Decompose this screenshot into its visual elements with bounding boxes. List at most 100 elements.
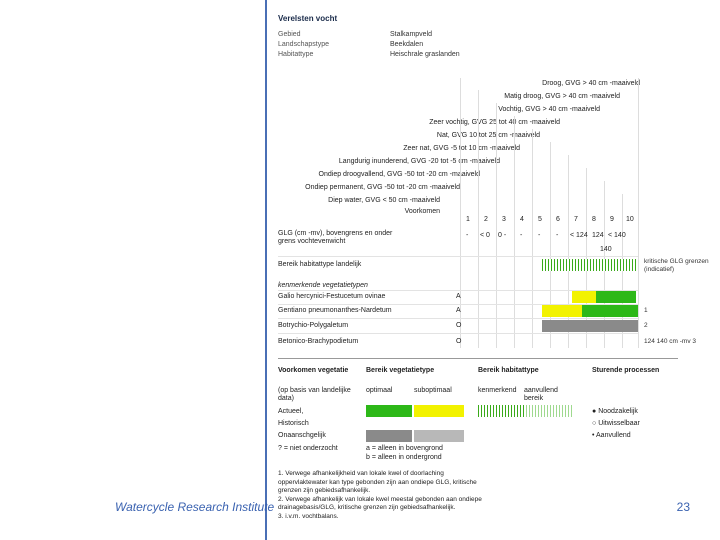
veg-row-code: A xyxy=(456,307,461,314)
legend-characteristic: kenmerkend xyxy=(478,387,517,394)
legend-heading-processes: Sturende processen xyxy=(592,367,660,374)
class-label: Voorkomen xyxy=(404,208,440,215)
document-figure: Verelsten vocht Gebied Stalkampveld Lands… xyxy=(270,0,715,540)
grid-line xyxy=(638,78,639,348)
section-divider xyxy=(278,358,678,359)
grid-line xyxy=(532,129,533,348)
legend-suboptimal: suboptimaal xyxy=(414,387,452,394)
legend-swatch-historical xyxy=(366,430,412,442)
legend-heading-veg-range: Bereik vegetatietype xyxy=(366,367,435,374)
doc-title: Verelsten vocht xyxy=(278,14,338,23)
veg-row-label: Gentiano pneumonanthes-Nardetum xyxy=(278,307,392,314)
veg-section-label: kenmerkende vegetatietypen xyxy=(278,282,368,289)
glg-value: - xyxy=(466,232,469,239)
glg-value: 124 xyxy=(592,232,604,239)
col-number: 4 xyxy=(520,216,524,223)
footnote-line: 1. Verwege afhankelijkheid van lokale kw… xyxy=(278,470,444,477)
veg-row-label: Botrychio-Polygaletum xyxy=(278,322,349,329)
glg-label: GLG (cm -mv), bovengrens en onder grens … xyxy=(278,230,393,245)
glg-value: < 124 xyxy=(570,232,588,239)
legend-swatch-historical-sub xyxy=(414,430,464,442)
glg-value: 0 - xyxy=(498,232,507,239)
veg-row-label: Galio hercynici-Festucetum ovinae xyxy=(278,293,386,300)
col-number: 3 xyxy=(502,216,506,223)
legend-topsoil: a = alleen in bovengrond xyxy=(366,445,443,452)
class-label: Zeer vochtig, GVG 25 tot 40 cm -maaiveld xyxy=(429,119,560,126)
class-label: Ondiep droogvallend, GVG -50 tot -20 cm … xyxy=(318,171,480,178)
meta-value: Heischrale graslanden xyxy=(390,51,460,58)
col-number: 6 xyxy=(556,216,560,223)
glg-value: < 0 xyxy=(480,232,490,239)
legend-actual: Actueel, xyxy=(278,408,304,415)
legend-occurrence-note: (op basis van landelijke data) xyxy=(278,387,351,402)
col-number: 10 xyxy=(626,216,634,223)
meta-table: Gebied Stalkampveld Landschapstype Beekdal… xyxy=(278,30,460,60)
legend-subsoil: b = alleen in ondergrond xyxy=(366,454,442,461)
legend-swatch-characteristic xyxy=(478,405,524,417)
glg-value: - xyxy=(556,232,559,239)
slide-divider-line xyxy=(265,0,267,540)
legend-unknown: Onaanschgelijk xyxy=(278,432,326,439)
class-label: Matig droog, GVG > 40 cm -maaiveld xyxy=(504,93,620,100)
legend-process-exchangeable: ○ Uitwisselbaar xyxy=(592,420,640,427)
col-number: 9 xyxy=(610,216,614,223)
veg-row-code: O xyxy=(456,322,462,329)
legend-swatch-additional xyxy=(526,405,574,417)
legend-historical: Historisch xyxy=(278,420,309,427)
meta-value: Beekdalen xyxy=(390,41,424,48)
grid-line xyxy=(514,116,515,348)
veg-bar-suboptimal xyxy=(542,305,582,317)
legend-optimal: optimaal xyxy=(366,387,393,394)
legend-process-additional: • Aanvullend xyxy=(592,432,631,439)
footnote-line: oppervlaktewater kan type gebonden zijn … xyxy=(278,478,477,486)
bereik-label: Bereik habitattype landelijk xyxy=(278,261,362,268)
class-label: Vochtig, GVG > 40 cm -maaiveld xyxy=(498,106,600,113)
veg-bar-historical xyxy=(542,320,638,332)
class-label: Nat, GVG 10 tot 25 cm -maaiveld xyxy=(436,132,540,139)
class-label: Zeer nat, GVG -5 tot 10 cm -maaiveld xyxy=(403,145,520,152)
meta-key: Gebied xyxy=(278,31,301,38)
class-label: Droog, GVG > 40 cm -maaiveld xyxy=(542,80,640,87)
veg-row-label: Betonico-Brachypodietum xyxy=(278,338,359,345)
veg-row-code: O xyxy=(456,338,462,345)
class-label: Langdurig inunderend, GVG -20 tot -5 cm … xyxy=(338,158,500,165)
legend-process-necessary: ● Noodzakelijk xyxy=(592,408,638,415)
row-divider xyxy=(278,333,638,334)
veg-row-note: 2 xyxy=(644,322,648,329)
grid-line xyxy=(478,90,479,348)
legend-heading-habitat-range: Bereik habitattype xyxy=(478,367,539,374)
footnote-line: grenzen zijn gebiedsafhankelijk. xyxy=(278,487,371,494)
bereik-hatch-bar xyxy=(542,259,638,271)
glg-extra-value: 140 xyxy=(600,246,612,253)
meta-value: Stalkampveld xyxy=(390,31,433,38)
glg-value: - xyxy=(520,232,523,239)
legend-not-researched: ? = niet onderzocht xyxy=(278,445,338,452)
meta-key: Landschapstype xyxy=(278,41,329,48)
row-divider xyxy=(278,256,638,257)
legend-swatch-suboptimal xyxy=(414,405,464,417)
glg-value: < 140 xyxy=(608,232,626,239)
footnote-line: drainagebasis/GLG, kritische grenzen zij… xyxy=(278,504,456,511)
footnote-line: 3. i.v.m. vochtbalans. xyxy=(278,512,339,520)
col-number: 1 xyxy=(466,216,470,223)
col-number: 5 xyxy=(538,216,542,223)
veg-bar-optimal xyxy=(582,305,638,317)
veg-row-code: A xyxy=(456,293,461,300)
page-number: 23 xyxy=(676,500,690,514)
footnotes: 1. Verwege afhankelijkheid van lokale kw… xyxy=(278,470,558,521)
veg-bar-suboptimal xyxy=(572,291,596,303)
legend-heading-occurrence: Voorkomen vegetatie xyxy=(278,367,349,374)
footer-organization: Watercycle Research Institute xyxy=(115,500,275,514)
footnote-line: 2. Verwege afhankelijk van lokale kwel m… xyxy=(278,495,482,503)
veg-row-note: 124 140 cm -mv 3 xyxy=(644,338,697,345)
col-number: 7 xyxy=(574,216,578,223)
legend-additional: aanvullend bereik xyxy=(524,387,558,402)
veg-bar-optimal xyxy=(596,291,636,303)
left-blank-panel xyxy=(0,0,265,540)
legend-swatch-optimal xyxy=(366,405,412,417)
glg-value: - xyxy=(538,232,541,239)
veg-row-note: 1 xyxy=(644,307,648,314)
row-divider xyxy=(278,318,638,319)
bereik-note: kritische GLG grenzen (indicatief) xyxy=(644,258,709,273)
grid-line xyxy=(496,103,497,348)
